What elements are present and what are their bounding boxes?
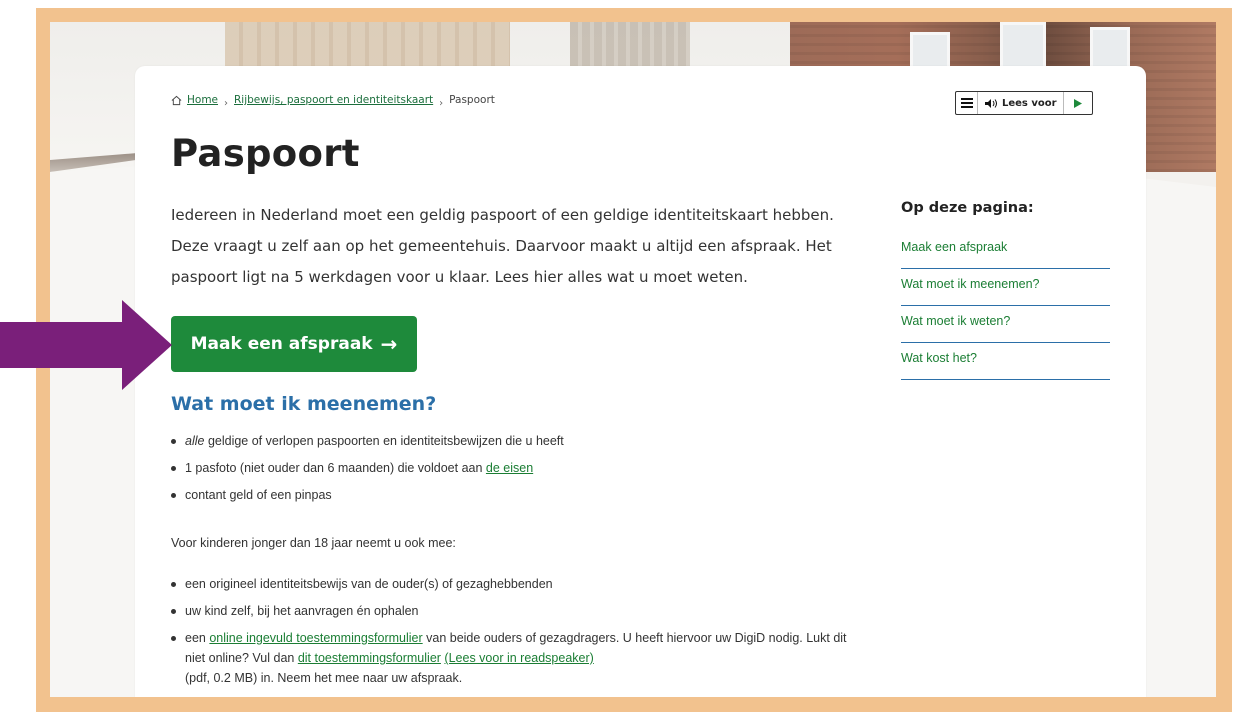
list-item: een origineel identiteitsbewijs van de o…: [171, 574, 861, 601]
list-item: uw kind zelf, bij het aanvragen én ophal…: [171, 601, 861, 628]
make-appointment-label: Maak een afspraak: [190, 334, 373, 354]
toc-link-kosten[interactable]: Wat kost het?: [901, 343, 1110, 380]
lees-voor-button[interactable]: Lees voor: [978, 92, 1064, 114]
hamburger-icon[interactable]: [956, 92, 978, 114]
list-item: een online ingevuld toestemmingsformulie…: [171, 628, 861, 688]
list-item-text: geldige of verlopen paspoorten en identi…: [204, 434, 564, 448]
speaker-icon: [985, 98, 997, 108]
intro-text: Iedereen in Nederland moet een geldig pa…: [171, 206, 834, 286]
list-item-text: (pdf, 0.2 MB) in. Neem het mee naar uw a…: [185, 671, 463, 685]
list-item-text: een origineel identiteitsbewijs van de o…: [185, 577, 553, 591]
breadcrumb: Home › Rijbewijs, paspoort en identiteit…: [171, 94, 495, 109]
play-icon: [1073, 98, 1082, 108]
home-icon: [171, 95, 182, 105]
toc-link-weten[interactable]: Wat moet ik weten?: [901, 306, 1110, 343]
bring-list: alle geldige of verlopen paspoorten en i…: [171, 431, 564, 512]
online-consent-form-link[interactable]: online ingevuld toestemmingsformulier: [209, 631, 422, 645]
screenshot-frame: Home › Rijbewijs, paspoort en identiteit…: [36, 8, 1232, 712]
list-item-text: een: [185, 631, 210, 645]
list-item-text: contant geld of een pinpas: [185, 488, 332, 502]
list-item-emphasis: alle: [185, 434, 205, 448]
list-item: 1 pasfoto (niet ouder dan 6 maanden) die…: [171, 458, 564, 485]
lees-voor-label: Lees voor: [1002, 97, 1057, 109]
breadcrumb-separator: ›: [224, 97, 229, 109]
toc-link-meenemen[interactable]: Wat moet ik meenemen?: [901, 269, 1110, 306]
children-list: een origineel identiteitsbewijs van de o…: [171, 574, 861, 688]
page-viewport: Home › Rijbewijs, paspoort en identiteit…: [50, 22, 1216, 697]
section-heading: Wat moet ik meenemen?: [171, 393, 437, 415]
consent-form-link[interactable]: dit toestemmingsformulier: [298, 651, 441, 665]
content-card: Home › Rijbewijs, paspoort en identiteit…: [135, 66, 1146, 697]
breadcrumb-current: Paspoort: [449, 94, 495, 106]
list-item: contant geld of een pinpas: [171, 485, 564, 512]
list-item-text: uw kind zelf, bij het aanvragen én ophal…: [185, 604, 419, 618]
list-item-text: 1 pasfoto (niet ouder dan 6 maanden) die…: [185, 461, 486, 475]
arrow-right-icon: →: [380, 332, 398, 356]
children-intro: Voor kinderen jonger dan 18 jaar neemt u…: [171, 536, 456, 550]
play-button[interactable]: [1064, 92, 1092, 114]
readspeaker-bar: Lees voor: [955, 91, 1093, 115]
breadcrumb-section-link[interactable]: Rijbewijs, paspoort en identiteitskaart: [234, 94, 433, 106]
purple-arrow-icon: [0, 300, 172, 390]
toc-title: Op deze pagina:: [901, 200, 1034, 216]
requirements-link[interactable]: de eisen: [486, 461, 533, 475]
readspeaker-link[interactable]: (Lees voor in readspeaker): [444, 651, 593, 665]
breadcrumb-separator: ›: [439, 97, 444, 109]
page-title: Paspoort: [171, 132, 360, 175]
list-item: alle geldige of verlopen paspoorten en i…: [171, 431, 564, 458]
toc-link-afspraak[interactable]: Maak een afspraak: [901, 232, 1110, 269]
breadcrumb-home-link[interactable]: Home: [187, 94, 218, 106]
make-appointment-button[interactable]: Maak een afspraak →: [171, 316, 417, 372]
page-toc: Op deze pagina: Maak een afspraak Wat mo…: [901, 200, 1110, 380]
